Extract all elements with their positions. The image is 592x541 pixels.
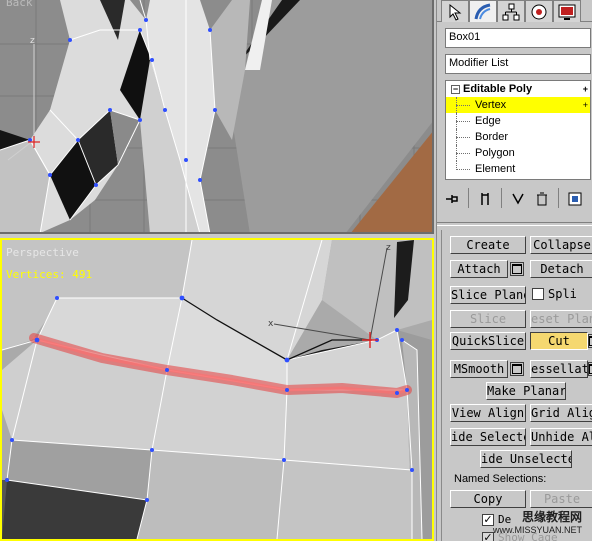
watermark-title: 思缘教程网 [521,510,582,524]
stack-subitem-label: Edge [475,115,501,127]
stack-subitem-label: Element [475,163,516,175]
msmooth-button[interactable]: MSmooth [450,360,508,378]
detach-button[interactable]: Detach [530,260,592,278]
stack-pin-icon: + [582,100,588,110]
stack-item-editable-poly[interactable]: − Editable Poly + [446,81,590,97]
stack-subitem-vertex[interactable]: Vertex + [446,97,590,113]
attach-button[interactable]: Attach [450,260,508,278]
object-name-field[interactable]: Box01 [445,28,591,48]
create-icon [449,3,462,21]
hide-selected-button[interactable]: ide Selecte [450,428,526,446]
modifier-stack[interactable]: − Editable Poly + Vertex + Edge Border Po… [445,80,591,180]
create-tab[interactable] [441,0,469,22]
slice-plane-button[interactable]: Slice Plane [450,286,526,304]
show-end-result-button[interactable] [474,188,496,210]
remove-modifier-button[interactable] [531,188,553,210]
modify-tab[interactable] [469,0,497,22]
cut-button[interactable]: Cut [530,332,588,350]
msmooth-settings-button[interactable] [510,362,524,376]
stack-pin-icon: + [582,84,588,94]
modify-icon [474,3,491,19]
tessellate-button[interactable]: essellat [530,360,588,378]
show-end-result-icon [481,193,489,205]
hide-unselected-button[interactable]: ide Unselecte [480,450,572,468]
named-selections-label: Named Selections: [454,473,547,485]
watermark: 思缘教程网 www.MISSYUAN.NET [493,508,582,535]
rollout-divider [437,222,592,226]
configure-icon [568,192,582,206]
reset-plane-button[interactable]: eset Plan [530,310,592,328]
hierarchy-icon [502,3,520,20]
split-label: Spli [548,287,577,301]
back-viewport[interactable]: z Back [0,0,434,234]
watermark-url: www.MISSYUAN.NET [492,525,582,535]
svg-text:z: z [30,36,35,46]
display-tab[interactable] [553,0,581,22]
cut-settings-button[interactable] [588,334,592,348]
command-panel-tabs [437,0,592,22]
svg-text:x: x [268,319,274,329]
slice-button[interactable]: Slice [450,310,526,328]
display-icon [558,4,576,20]
stack-subitem-label: Border [475,131,509,143]
stack-subitem-polygon[interactable]: Polygon [446,145,590,161]
make-unique-icon [512,193,524,205]
create-button[interactable]: Create [450,236,526,254]
grid-align-button[interactable]: Grid Align [530,404,592,422]
trash-icon [537,192,547,206]
motion-icon [531,4,547,19]
collapse-icon[interactable]: − [451,84,460,94]
modifier-list-dropdown[interactable]: Modifier List [445,54,591,74]
unhide-all-button[interactable]: Unhide All [530,428,592,446]
stack-subitem-label: Vertex [475,99,507,111]
stack-subitem-label: Polygon [475,147,515,159]
stack-toolbar [441,188,592,210]
collapse-button[interactable]: Collapse [530,236,592,254]
stack-item-label: Editable Poly [463,83,533,95]
make-unique-button[interactable] [507,188,529,210]
split-checkbox[interactable] [532,288,544,300]
view-align-button[interactable]: View Align [450,404,526,422]
edit-geometry-rollout: Create Collapse Attach Detach Slice Plan… [441,230,592,541]
back-viewport-scene: z [0,0,432,232]
pin-stack-button[interactable] [441,188,463,210]
tessellate-settings-button[interactable] [588,362,592,376]
motion-tab[interactable] [525,0,553,22]
back-viewport-label[interactable]: Back [6,0,33,9]
configure-modifier-sets-button[interactable] [564,188,586,210]
stack-subitem-border[interactable]: Border [446,129,590,145]
make-planar-button[interactable]: Make Planar [486,382,566,400]
paste-button[interactable]: Paste [530,490,592,508]
quickslice-button[interactable]: QuickSlice [450,332,526,350]
copy-button[interactable]: Copy [450,490,526,508]
attach-settings-button[interactable] [510,262,524,276]
perspective-viewport-label[interactable]: Perspective [6,246,79,259]
stack-subitem-element[interactable]: Element [446,161,590,177]
pin-icon [446,195,458,203]
perspective-viewport-scene: z x [2,240,432,539]
perspective-viewport[interactable]: z x Perspective Vertices: 491 [0,238,434,541]
vertex-count: Vertices: 491 [6,268,93,281]
stack-subitem-edge[interactable]: Edge [446,113,590,129]
command-panel: Box01 Modifier List − Editable Poly + Ver… [436,0,592,541]
svg-text:z: z [386,243,391,253]
hierarchy-tab[interactable] [497,0,525,22]
